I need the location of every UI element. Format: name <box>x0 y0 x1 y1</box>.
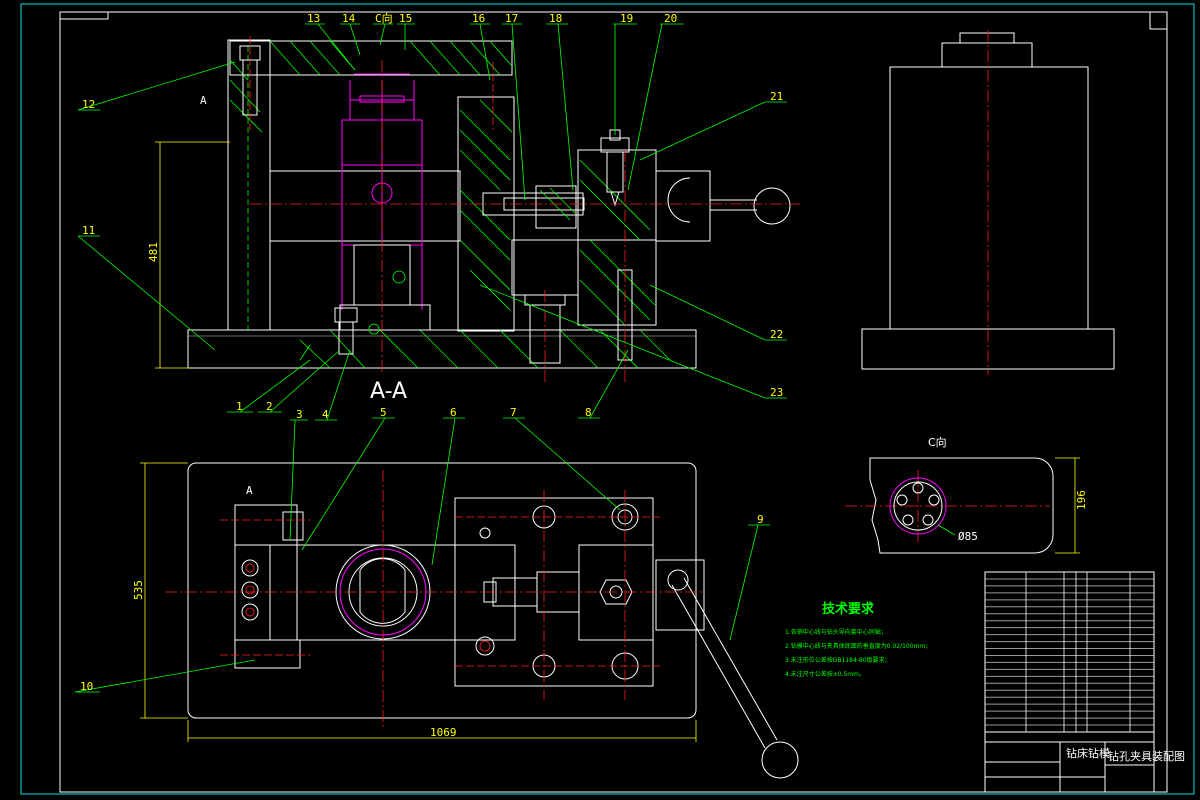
tech-title: 技术要求 <box>822 601 875 617</box>
callout-4: 4 <box>322 408 329 421</box>
dim-1069-label: 1069 <box>430 726 457 739</box>
callout-5: 5 <box>380 406 387 419</box>
view-c: C向 196 Ø85 <box>845 435 1088 554</box>
inner-frame <box>59 11 1168 793</box>
tech-line-1: 1.各销中心线与钻头导向套中心同轴； <box>785 628 887 636</box>
section-marker-a2: A <box>246 484 253 497</box>
callout-10: 10 <box>80 680 93 693</box>
cad-drawing: 481 A-A C向 196 Ø85 535 1069 1 2 3 4 5 6 … <box>20 3 1195 795</box>
callout-21: 21 <box>770 90 783 103</box>
callout-17: 17 <box>505 12 518 25</box>
technical-requirements: 技术要求 1.各销中心线与钻头导向套中心同轴； 2.钻模中心线与夹具体底面的垂直… <box>785 601 931 678</box>
title-name: 钻床钻模 <box>1066 746 1110 760</box>
view-c-dia: Ø85 <box>958 530 978 543</box>
callout-1: 1 <box>236 400 243 413</box>
callout-18: 18 <box>549 12 562 25</box>
callout-22: 22 <box>770 328 783 341</box>
callout-9: 9 <box>757 513 764 526</box>
callout-7: 7 <box>510 406 517 419</box>
side-view <box>861 30 1115 375</box>
section-label: A-A <box>370 379 407 404</box>
corner-mark-right <box>1149 11 1168 30</box>
tech-line-3: 3.未注形位公差按GB1184-80级要求； <box>785 656 891 664</box>
tech-line-4: 4.未注尺寸公差按±0.5mm。 <box>785 670 865 678</box>
callout-19: 19 <box>620 12 633 25</box>
dim-1069: 1069 <box>187 720 697 742</box>
outer-frame <box>20 3 1195 795</box>
corner-mark <box>59 11 109 20</box>
section-marker-a: A <box>200 94 207 107</box>
callout-13: 13 <box>307 12 320 25</box>
view-c-title: C向 <box>928 435 947 449</box>
title-block: 钻床钻模 钻孔夹具装配图 <box>984 571 1185 793</box>
callout-12: 12 <box>82 98 95 111</box>
callout-11: 11 <box>82 224 95 237</box>
callout-15: 15 <box>399 12 412 25</box>
view-c-dim: 196 <box>1075 490 1088 510</box>
section-view-aa <box>187 36 800 385</box>
callout-20: 20 <box>664 12 677 25</box>
callout-14: 14 <box>342 12 356 25</box>
callout-16: 16 <box>472 12 485 25</box>
callout-23: 23 <box>770 386 783 399</box>
dim-535-label: 535 <box>132 580 145 600</box>
callout-3: 3 <box>296 408 303 421</box>
dim-535: 535 <box>132 462 188 719</box>
title-part: 钻孔夹具装配图 <box>1108 749 1185 763</box>
view-c-top-label: C向 <box>375 11 393 25</box>
plan-view <box>165 462 799 779</box>
callout-6: 6 <box>450 406 457 419</box>
tech-line-2: 2.钻模中心线与夹具体底面的垂直度为0.02/100mm； <box>785 642 931 650</box>
callout-numbers: 1 2 3 4 5 6 7 8 9 10 11 12 13 14 C向 15 1… <box>80 11 783 693</box>
callout-8: 8 <box>585 406 592 419</box>
callout-2: 2 <box>266 400 273 413</box>
dim-481-label: 481 <box>147 242 160 262</box>
